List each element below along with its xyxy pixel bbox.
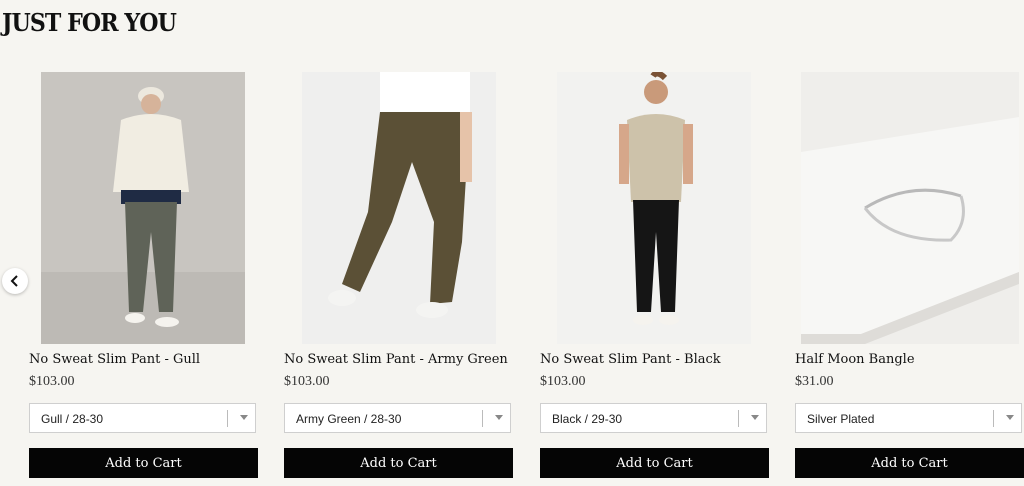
select-divider (738, 410, 739, 427)
product-image[interactable] (302, 72, 496, 344)
variant-value: Army Green / 28-30 (296, 412, 402, 426)
variant-select[interactable]: Black / 29-30 (540, 403, 767, 433)
product-price: $103.00 (540, 374, 586, 389)
select-divider (993, 410, 994, 427)
add-to-cart-button[interactable]: Add to Cart (795, 448, 1024, 478)
product-card: Half Moon Bangle $31.00 Silver Plated Ad… (795, 72, 1024, 478)
select-divider (482, 410, 483, 427)
add-to-cart-button[interactable]: Add to Cart (540, 448, 769, 478)
chevron-down-icon (1006, 415, 1014, 420)
add-to-cart-button[interactable]: Add to Cart (29, 448, 258, 478)
chevron-down-icon (495, 415, 503, 420)
product-price: $103.00 (284, 374, 330, 389)
product-image[interactable] (41, 72, 245, 344)
carousel-prev-button[interactable] (2, 268, 28, 294)
variant-value: Black / 29-30 (552, 412, 623, 426)
product-name[interactable]: No Sweat Slim Pant - Gull (29, 352, 200, 367)
product-name[interactable]: Half Moon Bangle (795, 352, 915, 367)
chevron-down-icon (751, 415, 759, 420)
product-price: $31.00 (795, 374, 834, 389)
variant-select[interactable]: Army Green / 28-30 (284, 403, 511, 433)
add-to-cart-button[interactable]: Add to Cart (284, 448, 513, 478)
product-card: No Sweat Slim Pant - Black $103.00 Black… (540, 72, 770, 478)
product-card: No Sweat Slim Pant - Gull $103.00 Gull /… (29, 72, 259, 478)
variant-select[interactable]: Silver Plated (795, 403, 1022, 433)
variant-value: Gull / 28-30 (41, 412, 104, 426)
variant-select[interactable]: Gull / 28-30 (29, 403, 256, 433)
section-title: JUST FOR YOU (2, 8, 177, 37)
product-image[interactable] (557, 72, 751, 344)
product-name[interactable]: No Sweat Slim Pant - Army Green (284, 352, 508, 367)
chevron-left-icon (10, 275, 18, 287)
variant-value: Silver Plated (807, 412, 875, 426)
product-name[interactable]: No Sweat Slim Pant - Black (540, 352, 721, 367)
select-divider (227, 410, 228, 427)
chevron-down-icon (240, 415, 248, 420)
product-image[interactable] (801, 72, 1019, 344)
product-price: $103.00 (29, 374, 75, 389)
product-card: No Sweat Slim Pant - Army Green $103.00 … (284, 72, 514, 478)
